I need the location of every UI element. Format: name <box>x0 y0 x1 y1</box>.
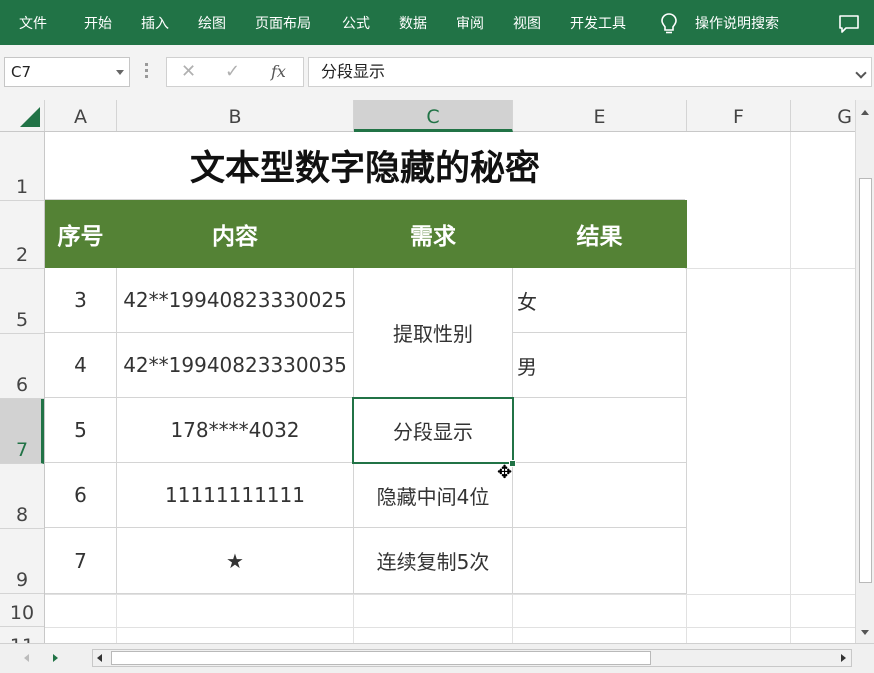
cell-need[interactable]: 隐藏中间4位 <box>354 463 513 528</box>
name-box-value: C7 <box>11 63 32 81</box>
header-cell-content[interactable]: 内容 <box>117 200 354 268</box>
next-sheet-icon[interactable] <box>53 654 58 662</box>
row-header-8[interactable]: 8 <box>0 464 44 529</box>
scroll-right-icon[interactable] <box>841 654 846 662</box>
formula-value: 分段显示 <box>321 62 386 81</box>
column-header-f[interactable]: F <box>687 100 791 131</box>
formula-buttons: ✕ ✓ fx <box>166 57 304 87</box>
tell-me-label: 操作说明搜索 <box>695 16 779 32</box>
tab-home[interactable]: 开始 <box>84 14 112 34</box>
row-header-1[interactable]: 1 <box>0 132 44 201</box>
column-header-a[interactable]: A <box>45 100 117 131</box>
gridline <box>45 594 855 595</box>
row-header-11[interactable]: 11 <box>0 627 44 643</box>
row-header-5[interactable]: 5 <box>0 269 44 334</box>
header-cell-seq[interactable]: 序号 <box>45 200 117 268</box>
column-header-b[interactable]: B <box>117 100 354 131</box>
name-box[interactable]: C7 <box>4 57 130 87</box>
cell-result[interactable]: 女 <box>513 268 687 333</box>
comment-icon[interactable] <box>838 14 860 34</box>
gridline <box>686 594 687 643</box>
cell-content[interactable]: 11111111111 <box>117 463 354 528</box>
lightbulb-icon <box>661 13 677 34</box>
cell-result[interactable] <box>513 463 687 528</box>
tab-data[interactable]: 数据 <box>399 14 427 34</box>
column-header-c[interactable]: C <box>354 100 513 132</box>
select-all-icon <box>20 107 40 127</box>
tab-draw[interactable]: 绘图 <box>198 14 226 34</box>
worksheet-grid[interactable]: 文本型数字隐藏的秘密 序号 内容 需求 结果 3 42**19940823330… <box>45 132 855 643</box>
scroll-left-icon[interactable] <box>97 654 102 662</box>
enter-icon[interactable]: ✓ <box>225 62 240 82</box>
header-cell-need[interactable]: 需求 <box>354 200 513 268</box>
row-header-9[interactable]: 9 <box>0 529 44 594</box>
cell-content[interactable]: 42**19940823330035 <box>117 333 354 398</box>
tab-formulas[interactable]: 公式 <box>342 14 370 34</box>
cell-seq[interactable]: 5 <box>45 398 117 463</box>
column-header-row: A B C E F G <box>0 100 855 132</box>
scroll-down-icon[interactable] <box>861 630 869 635</box>
cell-seq[interactable]: 6 <box>45 463 117 528</box>
row-header-7[interactable]: 7 <box>0 399 44 464</box>
gridline <box>512 594 513 643</box>
gridline <box>45 627 855 628</box>
select-all-button[interactable] <box>0 100 45 131</box>
active-cell-border <box>352 397 514 464</box>
cell-content[interactable]: 42**19940823330025 <box>117 268 354 333</box>
tab-review[interactable]: 审阅 <box>456 14 484 34</box>
insert-function-button[interactable]: fx <box>271 62 286 81</box>
sheet-tab-bar <box>0 643 874 673</box>
drag-handle-icon[interactable] <box>145 63 149 83</box>
cell-need-merged[interactable]: 提取性别 <box>354 268 513 398</box>
header-cell-result[interactable]: 结果 <box>513 200 687 268</box>
cell-seq[interactable]: 7 <box>45 528 117 594</box>
cell-result[interactable] <box>513 398 687 463</box>
gridline <box>116 594 117 643</box>
row-header-2[interactable]: 2 <box>0 201 44 269</box>
ribbon: 文件 开始 插入 绘图 页面布局 公式 数据 审阅 视图 开发工具 操作说明搜索 <box>0 0 874 45</box>
formula-bar-area: C7 ✕ ✓ fx 分段显示 <box>0 45 874 100</box>
chevron-down-icon[interactable] <box>116 70 124 75</box>
row-header-10[interactable]: 10 <box>0 594 44 627</box>
gridline <box>353 594 354 643</box>
cell-result[interactable] <box>513 528 687 594</box>
gridline <box>685 268 855 269</box>
tab-view[interactable]: 视图 <box>513 14 541 34</box>
row-header-6[interactable]: 6 <box>0 334 44 399</box>
formula-input[interactable]: 分段显示 <box>308 57 872 87</box>
cell-content[interactable]: 178****4032 <box>117 398 354 463</box>
cell-result[interactable]: 男 <box>513 333 687 398</box>
cancel-icon[interactable]: ✕ <box>181 62 196 82</box>
tab-insert[interactable]: 插入 <box>141 14 169 34</box>
column-header-e[interactable]: E <box>513 100 687 131</box>
previous-sheet-icon[interactable] <box>24 654 29 662</box>
gridline <box>790 132 791 643</box>
vertical-scrollbar[interactable] <box>855 100 874 643</box>
cell-seq[interactable]: 3 <box>45 268 117 333</box>
cell-need[interactable]: 连续复制5次 <box>354 528 513 594</box>
cell-content[interactable]: ★ <box>117 528 354 594</box>
move-cursor-icon: ✥ <box>497 462 513 483</box>
tab-file[interactable]: 文件 <box>19 14 47 34</box>
horizontal-scrollbar[interactable] <box>92 649 852 667</box>
expand-formula-icon[interactable] <box>855 67 867 79</box>
horizontal-scroll-thumb[interactable] <box>111 651 651 665</box>
tab-developer[interactable]: 开发工具 <box>570 14 626 34</box>
row-header-column: 1 2 5 6 7 8 9 10 11 <box>0 132 45 643</box>
scroll-up-icon[interactable] <box>861 110 869 115</box>
column-header-g[interactable]: G <box>791 100 855 131</box>
sheet-title[interactable]: 文本型数字隐藏的秘密 <box>45 132 685 200</box>
vertical-scroll-thumb[interactable] <box>859 178 872 583</box>
cell-seq[interactable]: 4 <box>45 333 117 398</box>
tab-page-layout[interactable]: 页面布局 <box>255 14 311 34</box>
